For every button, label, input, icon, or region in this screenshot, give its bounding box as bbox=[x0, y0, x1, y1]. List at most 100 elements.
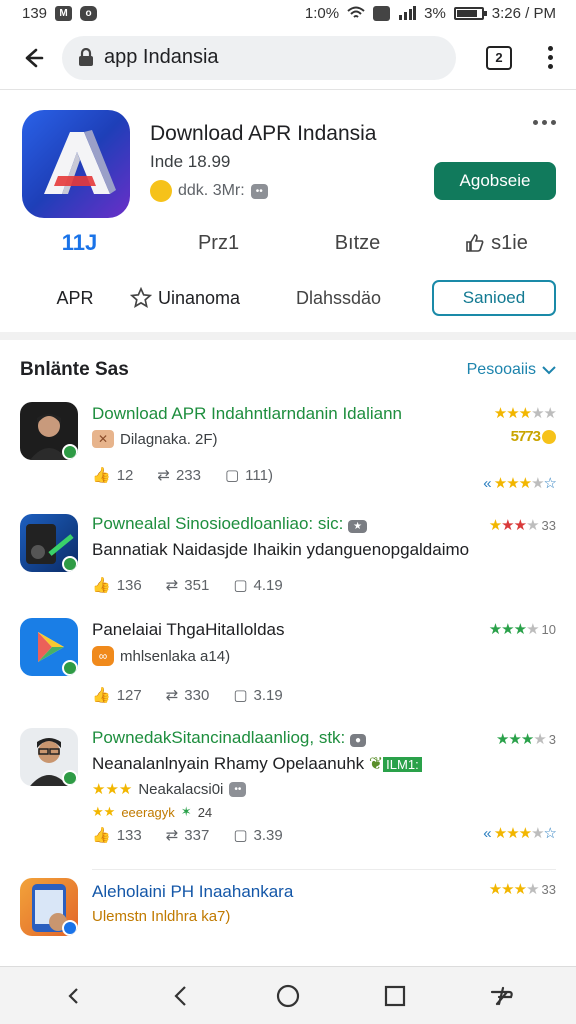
tab-app[interactable]: APR bbox=[20, 288, 130, 309]
browser-menu-button[interactable] bbox=[538, 46, 562, 69]
repost-action[interactable]: ⇄ 233 bbox=[157, 466, 201, 485]
review-stars: ★★★★ 3 bbox=[495, 731, 556, 748]
verified-badge-icon bbox=[62, 444, 78, 460]
category-icon: ✕ bbox=[92, 430, 114, 448]
repost-action[interactable]: ⇄ 337 bbox=[165, 826, 210, 845]
like-action[interactable]: 👍 12 bbox=[92, 466, 134, 485]
review-rating-text: 5773 bbox=[511, 428, 556, 445]
repost-count: 351 bbox=[184, 576, 210, 594]
like-action[interactable]: 👍 127 bbox=[92, 686, 142, 705]
back-arrow-icon bbox=[25, 48, 44, 67]
repost-count: 330 bbox=[184, 686, 210, 704]
repost-icon: ⇄ bbox=[165, 577, 179, 594]
stat-likes: s1ie bbox=[432, 230, 562, 256]
comment-icon: ▢ bbox=[224, 467, 240, 484]
app-notification-icon: o bbox=[80, 5, 98, 21]
verified-badge-icon bbox=[62, 920, 78, 936]
back-button[interactable] bbox=[16, 41, 50, 75]
address-bar[interactable]: app Indansia bbox=[62, 35, 456, 80]
stat-rating: 11J bbox=[15, 230, 145, 256]
star-tag-icon: ★ bbox=[348, 520, 368, 533]
stat-size: Prz1 bbox=[154, 230, 284, 256]
thumbs-up-icon: 👍 bbox=[92, 827, 111, 844]
nav-assistant-button[interactable] bbox=[482, 976, 522, 1016]
star-outline-icon bbox=[130, 287, 152, 308]
reviews-header: Bnlänte Sas Pesooaiis bbox=[0, 340, 576, 400]
status-time-right: 3:26 / PM bbox=[491, 4, 556, 22]
nav-home-button[interactable] bbox=[268, 976, 308, 1016]
app-version: Inde 18.99 bbox=[150, 152, 231, 171]
review-badge: ILM1: bbox=[383, 757, 422, 772]
review-stars-secondary: « ★★★★☆ bbox=[483, 475, 557, 492]
app-meta-text: ddk. 3Mr: bbox=[178, 182, 245, 199]
review-item[interactable]: Panelaiai ThgaHitaIloldas ∞ mhlsenlaka a… bbox=[0, 616, 576, 726]
coin-icon bbox=[542, 430, 556, 445]
stat-rating-value: 11J bbox=[61, 230, 98, 255]
app-title: Download APR Indansia bbox=[150, 122, 377, 145]
like-count: 127 bbox=[116, 686, 142, 704]
review-item[interactable]: Aleholaini PH Inaahankara Ulemstn Inldhr… bbox=[0, 872, 576, 962]
repost-icon: ⇄ bbox=[165, 827, 179, 844]
like-action[interactable]: 👍 136 bbox=[92, 576, 142, 595]
tab-details[interactable]: Dlahssdäo bbox=[296, 288, 381, 309]
rating-number: 10 bbox=[541, 622, 556, 637]
repost-action[interactable]: ⇄ 351 bbox=[165, 576, 210, 595]
review-actions: 👍 136 ⇄ 351 ▢ 4.19 bbox=[92, 576, 556, 595]
sort-dropdown[interactable]: Pesooaiis bbox=[467, 361, 556, 379]
review-item[interactable]: Download APR Indahntlarndanin Idaliann ✕… bbox=[0, 400, 576, 512]
repost-action[interactable]: ⇄ 330 bbox=[166, 686, 210, 705]
like-count: 12 bbox=[116, 466, 134, 484]
nav-back-button[interactable] bbox=[161, 976, 201, 1016]
comment-count: 3.19 bbox=[253, 686, 283, 704]
repost-count: 337 bbox=[184, 826, 210, 844]
reviewer-name-text: PownedakSitancinadlaanliog, stk: bbox=[92, 728, 346, 747]
comment-action[interactable]: ▢ 3.39 bbox=[233, 826, 282, 845]
install-button[interactable]: Agobseie bbox=[434, 162, 556, 200]
stat-size-value: Prz1 bbox=[197, 231, 240, 254]
mini-stars: ★★★ bbox=[92, 781, 133, 798]
comment-action[interactable]: ▢ 111) bbox=[224, 466, 273, 485]
review-item[interactable]: Pownealal Sinosioedloanliao: sic: ★ Bann… bbox=[0, 512, 576, 616]
comment-icon: ▢ bbox=[233, 687, 248, 704]
review-sub-text: Neakalacsi0i bbox=[138, 780, 224, 798]
stat-likes-value: s1ie bbox=[491, 231, 528, 254]
tabs-button[interactable]: 2 bbox=[486, 45, 512, 70]
back-icon bbox=[174, 985, 186, 1006]
comment-action[interactable]: ▢ 3.19 bbox=[233, 686, 283, 705]
tab-ratings[interactable]: Uinanoma bbox=[130, 287, 270, 309]
reviewer-avatar bbox=[20, 402, 78, 460]
reviewer-avatar bbox=[20, 728, 78, 786]
reviews-title: Bnlänte Sas bbox=[20, 359, 129, 380]
review-item[interactable]: PownedakSitancinadlaanliog, stk: ● Neana… bbox=[0, 726, 576, 872]
tab-saved-button[interactable]: Sanioed bbox=[432, 280, 556, 316]
nav-recents-button[interactable] bbox=[375, 976, 415, 1016]
comment-count: 4.19 bbox=[253, 576, 283, 594]
reviewer-name: Panelaiai ThgaHitaIloldas bbox=[92, 620, 285, 639]
home-circle-icon bbox=[276, 984, 300, 1007]
app-more-button[interactable] bbox=[533, 120, 556, 125]
sort-label: Pesooaiis bbox=[466, 361, 536, 378]
nav-back-small-button[interactable] bbox=[54, 976, 94, 1016]
rating-number: 33 bbox=[541, 882, 556, 897]
notification-icon: M bbox=[55, 5, 73, 21]
smiley-icon bbox=[150, 180, 172, 202]
app-meta: ddk. 3Mr: •• bbox=[150, 180, 268, 202]
app-logo-icon[interactable] bbox=[22, 110, 130, 218]
rating-text: 5773 bbox=[510, 428, 541, 445]
like-count: 136 bbox=[116, 576, 142, 594]
comment-action[interactable]: ▢ 4.19 bbox=[233, 576, 283, 595]
url-text: app Indansia bbox=[104, 46, 219, 68]
comment-count: 111) bbox=[245, 466, 273, 484]
like-action[interactable]: 👍 133 bbox=[92, 826, 142, 845]
verified-badge-icon bbox=[62, 660, 78, 676]
battery-percent: 3% bbox=[424, 4, 446, 22]
info-pill-icon: •• bbox=[250, 183, 268, 199]
review-stars: ★★★★★ bbox=[493, 405, 557, 422]
chevron-left-icon bbox=[68, 987, 78, 1004]
reviewer-name: Pownealal Sinosioedloanliao: sic: ★ bbox=[92, 512, 556, 534]
review-sub: ✕ Dilagnaka. 2F) bbox=[92, 430, 556, 448]
system-nav-bar bbox=[0, 966, 576, 1024]
rating-number: 3 bbox=[548, 732, 556, 747]
review-sub: Ulemstn Inldhra ka7) bbox=[92, 908, 556, 925]
battery-icon bbox=[453, 6, 487, 20]
